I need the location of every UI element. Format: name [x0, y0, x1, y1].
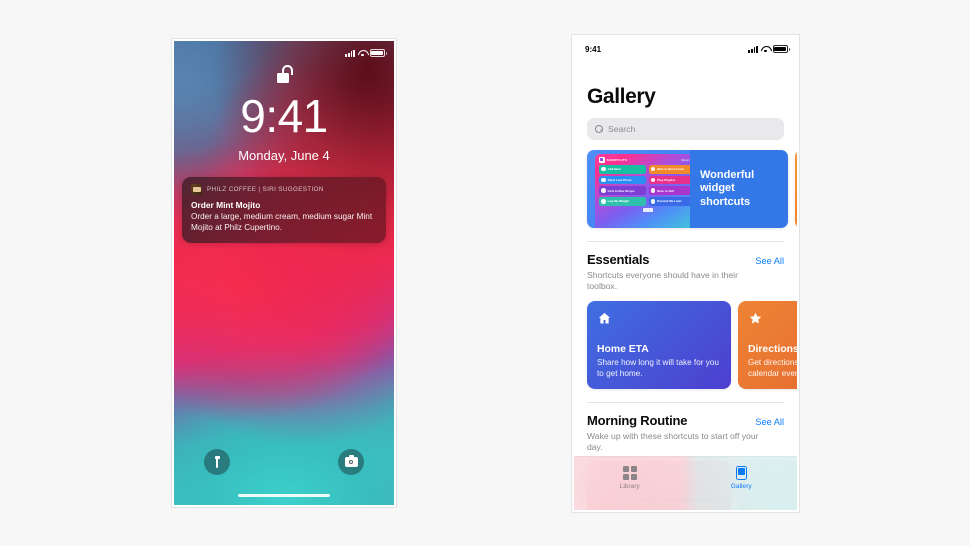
featured-card-preview: SHORTCUTS Show Less Call Mom [587, 150, 690, 228]
widget-button[interactable]: Remind Me Later [648, 197, 690, 206]
section-header-essentials: Essentials See All [574, 242, 797, 267]
note-icon [650, 188, 656, 193]
gallery-scroll-area[interactable]: Gallery Search SHORTCUTS Show Call Mom B… [574, 57, 797, 510]
featured-carousel[interactable]: SHORTCUTS Show Less Call Mom [574, 150, 797, 228]
reminder-icon [650, 199, 656, 204]
phone-icon [601, 167, 606, 172]
tab-library[interactable]: Library [574, 457, 686, 510]
section-subtitle: Shortcuts everyone should have in their … [587, 270, 738, 292]
wifi-icon [761, 46, 770, 53]
page-root: 9:41 Monday, June 4 PHILZ COFFEE | SIRI … [0, 0, 970, 546]
lock-screen-header: 9:41 Monday, June 4 [174, 65, 394, 163]
flashlight-button[interactable] [204, 449, 230, 475]
shortcut-card-desc: Get directions to your next calendar eve… [748, 358, 797, 379]
shortcut-card-directions-to-event[interactable]: Directions to Event Get directions to yo… [738, 300, 797, 389]
widget-button-grid: Call Mom Bike to Next Event Send Last Ph… [599, 165, 690, 206]
widget-show-less-link[interactable]: Show Less [681, 158, 690, 162]
location-icon [650, 167, 656, 172]
grid-icon [622, 466, 637, 481]
lock-date: Monday, June 4 [238, 148, 330, 163]
search-placeholder: Search [608, 124, 636, 134]
widget-button-label: Call Mom [607, 167, 622, 172]
cellular-signal-icon [345, 49, 355, 57]
widget-button[interactable]: Note to Self [648, 186, 690, 195]
featured-card-widget-shortcuts[interactable]: SHORTCUTS Show Less Call Mom [587, 150, 788, 228]
notification-header: PHILZ COFFEE | SIRI SUGGESTION [191, 184, 377, 195]
battery-icon [773, 45, 790, 53]
cellular-signal-icon [748, 45, 758, 53]
featured-card-next-peek[interactable] [795, 150, 797, 228]
widget-button-label: Find Coffee Shops [607, 188, 635, 193]
phone-lock-screen: 9:41 Monday, June 4 PHILZ COFFEE | SIRI … [171, 38, 397, 508]
widget-app-name: SHORTCUTS [606, 157, 628, 162]
gallery-status-time: 9:41 [585, 44, 602, 54]
gallery-app: 9:41 Gallery Search SHORTCUTS Show Call … [574, 37, 797, 510]
health-icon [601, 199, 606, 204]
search-icon [595, 125, 603, 133]
section-header-morning-routine: Morning Routine See All [574, 403, 797, 428]
shortcut-card-home-eta[interactable]: Home ETA Share how long it will take for… [587, 300, 731, 389]
notification-body: Order a large, medium cream, medium suga… [191, 212, 373, 232]
widget-preview-header: SHORTCUTS Show Less [599, 157, 690, 163]
see-all-link-morning-routine[interactable]: See All [755, 417, 784, 427]
widget-button-label: Send Last Photo [607, 177, 632, 182]
widget-button-label: Note to Self [657, 188, 675, 193]
camera-icon [344, 455, 358, 467]
shortcut-card-desc: Share how long it will take for you to g… [597, 358, 719, 379]
widget-button[interactable]: Play Playlist [648, 175, 690, 185]
widget-button-label: Log My Weight [607, 199, 630, 204]
widget-preview-phone: SHORTCUTS Show Less Call Mom [595, 154, 690, 228]
shortcut-card-title: Directions to Event [748, 344, 797, 356]
lock-screen: 9:41 Monday, June 4 PHILZ COFFEE | SIRI … [174, 41, 394, 505]
siri-suggestion-notification[interactable]: PHILZ COFFEE | SIRI SUGGESTION Order Min… [182, 177, 386, 243]
coffee-icon [601, 188, 606, 193]
shortcuts-app-icon [599, 157, 605, 163]
see-all-link-essentials[interactable]: See All [755, 256, 784, 266]
widget-button-label: Bike to Next Event [657, 167, 684, 172]
phone-icon [735, 466, 747, 480]
shortcut-card-title: Home ETA [597, 344, 649, 356]
section-subtitle: Wake up with these shortcuts to start of… [587, 430, 759, 453]
lock-quick-actions [174, 449, 394, 475]
tab-gallery[interactable]: Gallery [686, 457, 798, 510]
gallery-screen: 9:41 Gallery Search SHORTCUTS Show Call … [574, 37, 797, 510]
widget-button[interactable]: Bike to Next Event [648, 165, 690, 174]
flashlight-icon [214, 455, 221, 469]
philz-coffee-app-icon [191, 184, 202, 195]
section-title: Essentials [587, 252, 650, 267]
wifi-icon [358, 50, 367, 57]
widget-button[interactable]: Log My Weight [599, 197, 647, 206]
lock-time: 9:41 [240, 90, 328, 142]
lock-status-bar [174, 41, 394, 61]
search-input[interactable]: Search [587, 118, 784, 140]
music-icon [650, 177, 656, 183]
photo-icon [601, 177, 606, 183]
notification-title: Order Mint Mojito [191, 200, 261, 210]
tab-label: Gallery [730, 483, 752, 490]
unlocked-padlock-icon [276, 65, 293, 83]
widget-button-label: Remind Me Later [657, 199, 682, 204]
widget-button[interactable]: Send Last Photo [599, 175, 647, 185]
notification-source: PHILZ COFFEE | SIRI SUGGESTION [207, 186, 324, 193]
tab-bar: Library Gallery [574, 456, 797, 510]
gallery-status-bar: 9:41 [574, 37, 797, 57]
page-title: Gallery [587, 85, 656, 108]
phone-gallery-app: 9:41 Gallery Search SHORTCUTS Show Call … [571, 34, 800, 513]
battery-icon [370, 49, 387, 57]
home-icon [598, 312, 611, 324]
tab-label: Library [619, 483, 640, 491]
widget-button[interactable]: Call Mom [599, 165, 647, 174]
widget-button-label: Play Playlist [657, 177, 675, 182]
camera-button[interactable] [338, 449, 364, 475]
widget-button[interactable]: Find Coffee Shops [599, 186, 647, 195]
star-icon [749, 312, 762, 324]
featured-headline: Wonderful widget shortcuts [700, 168, 755, 208]
home-indicator[interactable] [238, 493, 330, 497]
card-row-essentials[interactable]: Home ETA Share how long it will take for… [574, 293, 797, 389]
section-title: Morning Routine [587, 412, 688, 428]
widget-preview-footer [599, 208, 690, 212]
featured-card-text: Wonderful widget shortcuts [690, 150, 788, 228]
